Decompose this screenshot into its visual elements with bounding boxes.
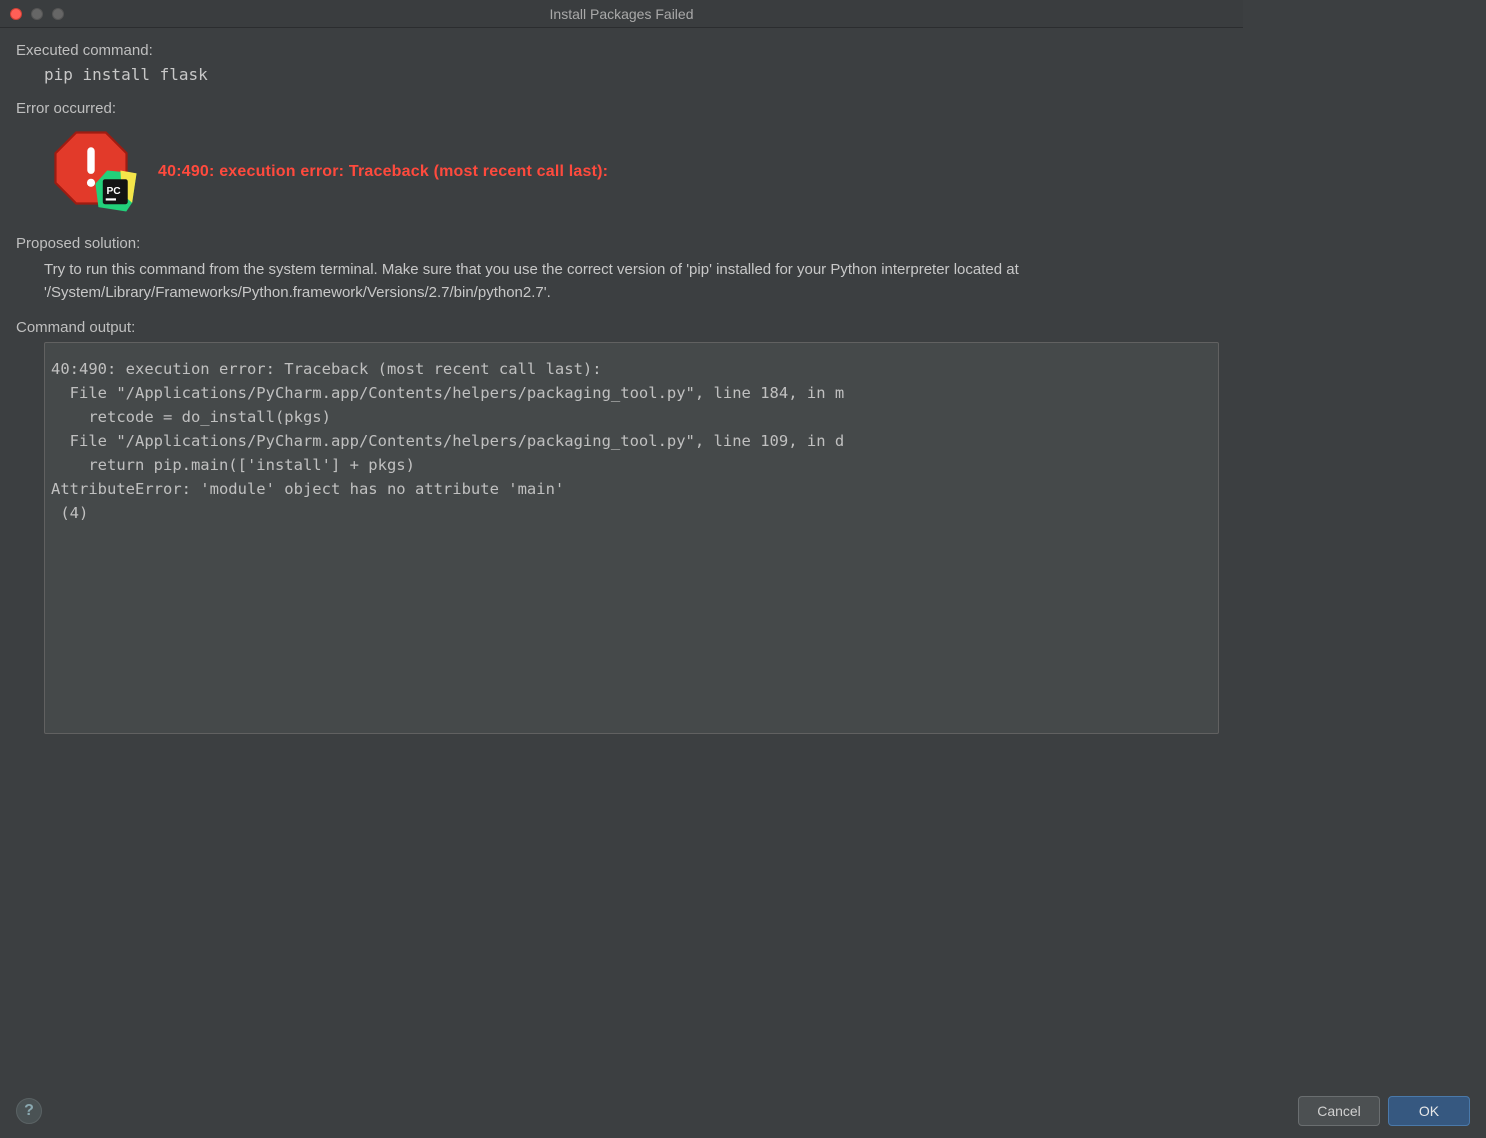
close-window-button[interactable]	[10, 8, 22, 20]
ok-button[interactable]: OK	[1388, 1096, 1470, 1126]
error-icon-cluster: PC	[50, 127, 142, 217]
error-row: PC 40:490: execution error: Traceback (m…	[50, 127, 1227, 217]
window-title: Install Packages Failed	[0, 6, 1243, 22]
executed-command-label: Executed command:	[16, 42, 1227, 59]
minimize-window-button[interactable]	[31, 8, 43, 20]
titlebar: Install Packages Failed	[0, 0, 1243, 28]
dialog-buttons: Cancel OK	[1298, 1096, 1470, 1126]
error-message: 40:490: execution error: Traceback (most…	[158, 163, 608, 181]
command-output-label: Command output:	[16, 319, 1227, 336]
proposed-solution-text: Try to run this command from the system …	[44, 258, 1194, 305]
proposed-solution-label: Proposed solution:	[16, 235, 1227, 252]
dialog-footer: ? Cancel OK	[16, 1096, 1470, 1126]
help-button[interactable]: ?	[16, 1098, 42, 1124]
error-occurred-label: Error occurred:	[16, 100, 1227, 117]
executed-command-value: pip install flask	[44, 65, 1227, 84]
pycharm-app-icon: PC	[94, 169, 138, 213]
window-controls	[0, 8, 64, 20]
cancel-button[interactable]: Cancel	[1298, 1096, 1380, 1126]
svg-text:PC: PC	[106, 186, 121, 197]
command-output-textarea[interactable]: 40:490: execution error: Traceback (most…	[44, 342, 1219, 734]
maximize-window-button[interactable]	[52, 8, 64, 20]
dialog-content: Executed command: pip install flask Erro…	[0, 28, 1243, 748]
